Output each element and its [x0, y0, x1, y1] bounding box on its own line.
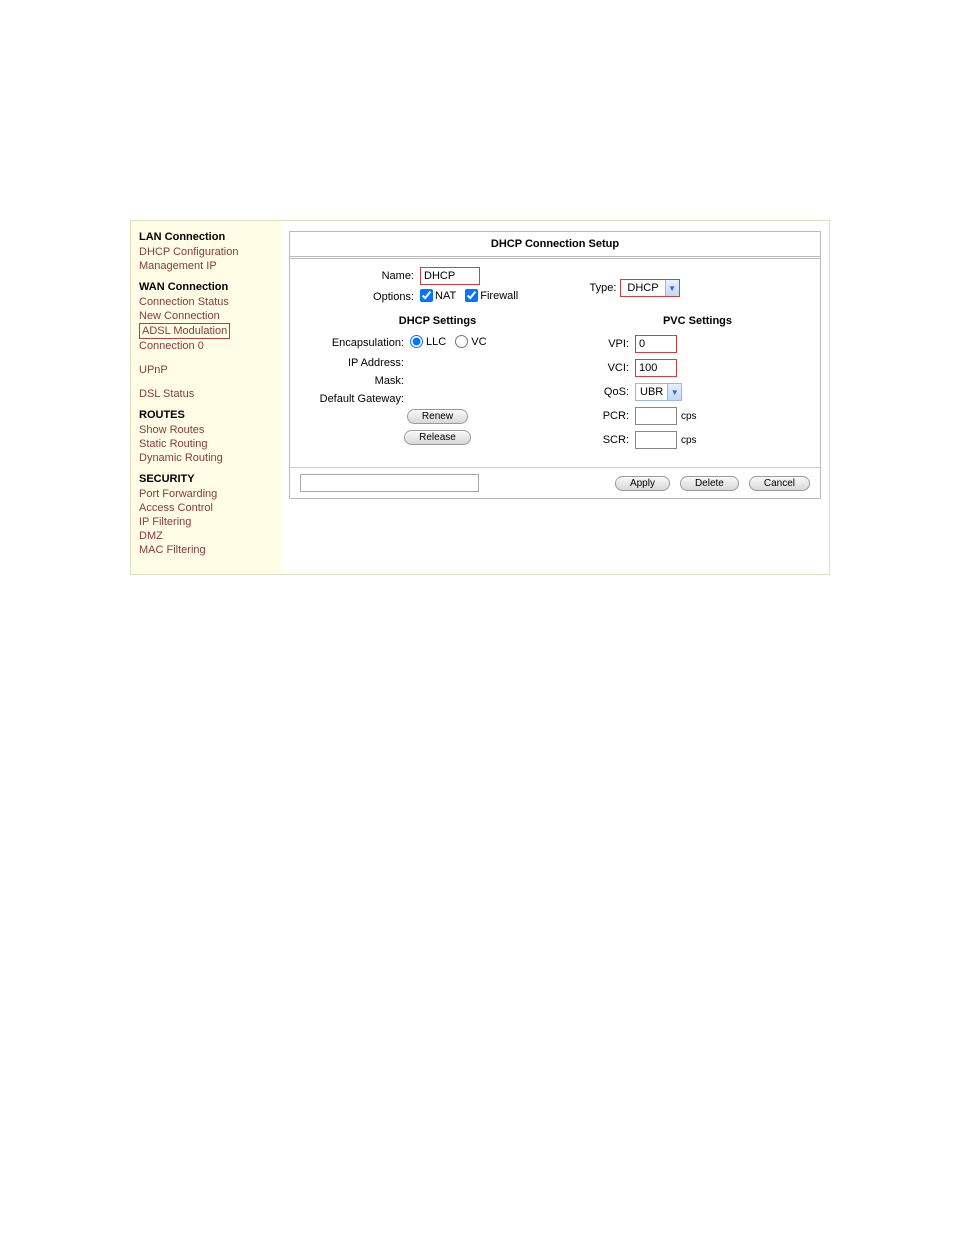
vci-input[interactable]	[635, 359, 677, 377]
sidebar-heading: WAN Connection	[139, 281, 273, 293]
type-select-value: DHCP	[621, 281, 664, 295]
nav-mac-filtering[interactable]: MAC Filtering	[139, 543, 273, 557]
mask-label: Mask:	[300, 375, 410, 387]
apply-button[interactable]: Apply	[615, 476, 670, 491]
nav-connection-status[interactable]: Connection Status	[139, 295, 273, 309]
nav-upnp[interactable]: UPnP	[139, 363, 273, 377]
encap-llc-radio[interactable]	[410, 335, 423, 348]
qos-label: QoS:	[585, 386, 635, 398]
qos-select[interactable]: UBR ▼	[635, 383, 682, 401]
vpi-input[interactable]	[635, 335, 677, 353]
nav-dynamic-routing[interactable]: Dynamic Routing	[139, 451, 273, 465]
renew-button[interactable]: Renew	[407, 409, 468, 424]
panel-title: DHCP Connection Setup	[290, 232, 820, 259]
type-select[interactable]: DHCP ▼	[620, 279, 679, 297]
qos-value: UBR	[636, 385, 667, 399]
vci-label: VCI:	[585, 362, 635, 374]
scr-unit: cps	[681, 435, 697, 446]
dhcp-settings-heading: DHCP Settings	[300, 315, 575, 327]
vpi-label: VPI:	[585, 338, 635, 350]
nav-connection-0[interactable]: Connection 0	[139, 339, 273, 353]
nav-dsl-status[interactable]: DSL Status	[139, 387, 273, 401]
main-content: DHCP Connection Setup Name: Options: N	[281, 221, 829, 574]
pcr-unit: cps	[681, 411, 697, 422]
nav-static-routing[interactable]: Static Routing	[139, 437, 273, 451]
firewall-checkbox-label: Firewall	[480, 290, 518, 302]
name-label: Name:	[300, 270, 420, 282]
cancel-button[interactable]: Cancel	[749, 476, 810, 491]
nav-dmz[interactable]: DMZ	[139, 529, 273, 543]
encap-vc-label: VC	[471, 336, 486, 348]
scr-label: SCR:	[585, 434, 635, 446]
type-label: Type:	[590, 282, 617, 294]
nav-new-connection[interactable]: New Connection	[139, 309, 273, 323]
nat-checkbox-label: NAT	[435, 290, 456, 302]
sidebar: LAN Connection DHCP ConfigurationManageme…	[131, 221, 281, 574]
nav-port-forwarding[interactable]: Port Forwarding	[139, 487, 273, 501]
scr-input[interactable]	[635, 431, 677, 449]
pcr-input[interactable]	[635, 407, 677, 425]
sidebar-heading: SECURITY	[139, 473, 273, 485]
nav-ip-filtering[interactable]: IP Filtering	[139, 515, 273, 529]
chevron-down-icon[interactable]: ▼	[665, 280, 679, 296]
firewall-checkbox[interactable]	[465, 289, 478, 302]
nat-checkbox[interactable]	[420, 289, 433, 302]
nav-adsl-modulation[interactable]: ADSL Modulation	[139, 323, 230, 339]
default-gateway-label: Default Gateway:	[300, 393, 410, 405]
encap-llc-label: LLC	[426, 336, 446, 348]
nav-management-ip[interactable]: Management IP	[139, 259, 273, 273]
dhcp-connection-setup-panel: DHCP Connection Setup Name: Options: N	[289, 231, 821, 499]
release-button[interactable]: Release	[404, 430, 471, 445]
delete-button[interactable]: Delete	[680, 476, 739, 491]
encapsulation-label: Encapsulation:	[300, 337, 410, 349]
footer-text-input[interactable]	[300, 474, 479, 492]
nav-dhcp-configuration[interactable]: DHCP Configuration	[139, 245, 273, 259]
nav-show-routes[interactable]: Show Routes	[139, 423, 273, 437]
ip-address-label: IP Address:	[300, 357, 410, 369]
nav-access-control[interactable]: Access Control	[139, 501, 273, 515]
chevron-down-icon[interactable]: ▼	[667, 384, 681, 400]
pcr-label: PCR:	[585, 410, 635, 422]
name-input[interactable]	[420, 267, 480, 285]
options-label: Options:	[300, 291, 420, 303]
sidebar-heading: ROUTES	[139, 409, 273, 421]
pvc-settings-heading: PVC Settings	[585, 315, 810, 327]
sidebar-heading: LAN Connection	[139, 231, 273, 243]
encap-vc-radio[interactable]	[455, 335, 468, 348]
